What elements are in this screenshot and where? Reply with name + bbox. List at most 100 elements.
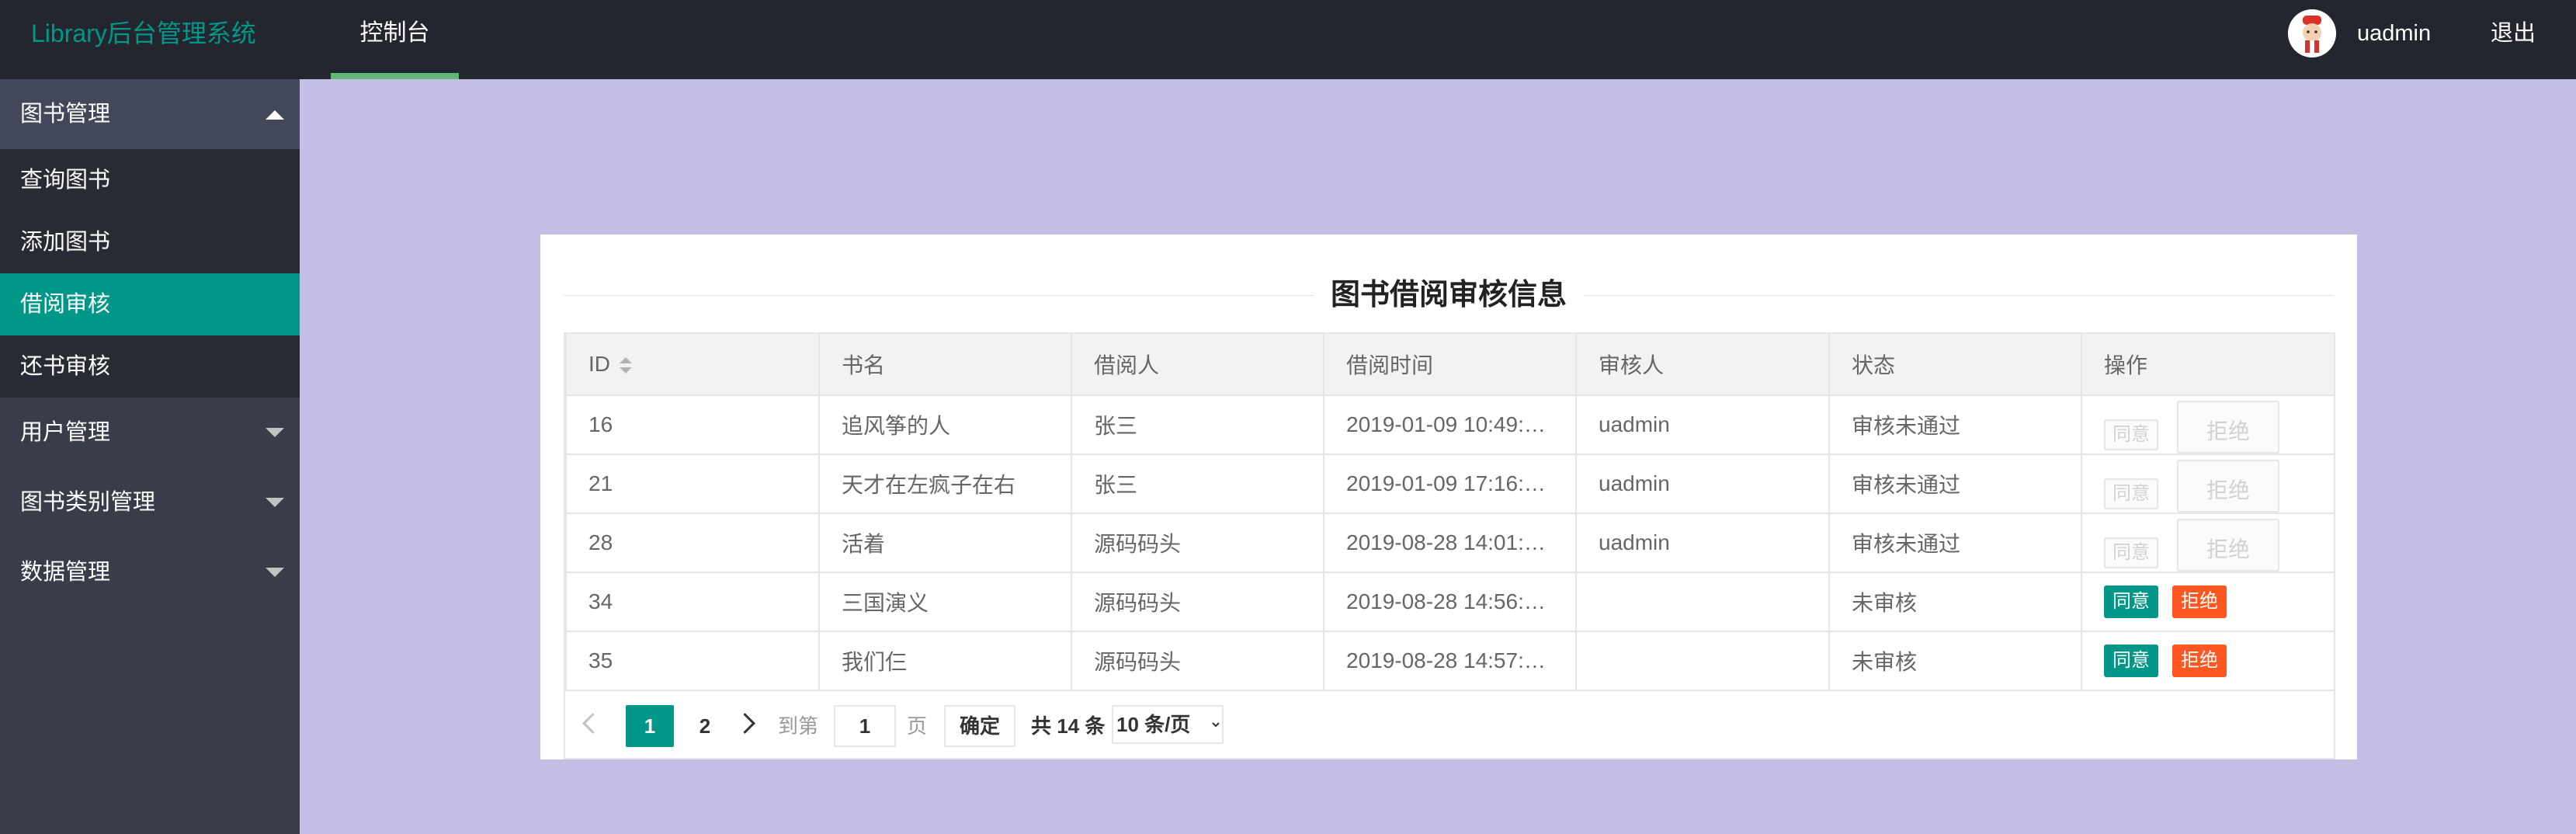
cell-reviewer	[1575, 572, 1830, 632]
cell-book: 活着	[818, 513, 1072, 573]
cell-actions: 同意 拒绝	[2081, 631, 2335, 691]
cell-status: 未审核	[1828, 631, 2082, 691]
cell-actions: 同意 拒绝	[2081, 453, 2335, 514]
cell-book: 三国演义	[818, 572, 1072, 632]
cell-borrower: 源码码头	[1071, 572, 1324, 632]
cell-status: 审核未通过	[1828, 513, 2082, 573]
table-row: 16 追风筝的人 张三 2019-01-09 10:49:… uadmin 审核…	[565, 394, 2335, 455]
table-header-row: ID 书名 借阅人 借阅时间 审核人 状态 操作	[565, 332, 2335, 396]
borrow-review-table: ID 书名 借阅人 借阅时间 审核人 状态 操作 16 追风筝的人 张三 201…	[565, 332, 2335, 691]
user-avatar-icon	[2288, 9, 2336, 57]
sidebar-group-label: 数据管理	[20, 560, 111, 585]
tab-console[interactable]: 控制台	[331, 0, 459, 79]
chevron-down-icon	[266, 428, 284, 437]
cell-time: 2019-01-09 10:49:…	[1323, 394, 1577, 455]
cell-id: 28	[565, 513, 820, 573]
cell-status: 审核未通过	[1828, 453, 2082, 514]
chevron-down-icon	[266, 568, 284, 577]
table-row: 21 天才在左疯子在右 张三 2019-01-09 17:16:… uadmin…	[565, 453, 2335, 514]
goto-label: 到第	[778, 714, 819, 738]
column-header-borrower: 借阅人	[1071, 332, 1324, 396]
cell-id: 16	[565, 394, 820, 455]
cell-borrower: 源码码头	[1071, 513, 1324, 573]
refuse-button-disabled: 拒绝	[2177, 401, 2279, 453]
page-label: 页	[907, 714, 928, 738]
cell-book: 追风筝的人	[818, 394, 1072, 455]
content-card: 图书借阅审核信息 ID 书名 借阅人 借阅时间 审核人 状态 操作 16 追风筝…	[540, 235, 2357, 759]
agree-button[interactable]: 同意	[2104, 586, 2158, 618]
cell-actions: 同意 拒绝	[2081, 394, 2335, 455]
cell-book: 天才在左疯子在右	[818, 453, 1072, 514]
cell-reviewer: uadmin	[1575, 453, 1830, 514]
page-current[interactable]: 1	[626, 705, 674, 747]
sidebar-group-book-management[interactable]: 图书管理	[0, 79, 300, 149]
refuse-button[interactable]: 拒绝	[2172, 586, 2227, 618]
sidebar: 图书管理 查询图书 添加图书 借阅审核 还书审核 用户管理 图书类别管理 数据管…	[0, 79, 300, 834]
cell-actions: 同意 拒绝	[2081, 513, 2335, 573]
column-header-status: 状态	[1828, 332, 2082, 396]
chevron-left-icon[interactable]	[582, 713, 603, 734]
agree-button[interactable]: 同意	[2104, 645, 2158, 677]
cell-time: 2019-01-09 17:16:…	[1323, 453, 1577, 514]
sort-icon[interactable]	[620, 356, 632, 374]
refuse-button[interactable]: 拒绝	[2172, 645, 2227, 677]
chevron-down-icon	[266, 498, 284, 507]
cell-status: 未审核	[1828, 572, 2082, 632]
pagination: 1 2 到第 页 确定 共 14 条 10 条/页	[565, 693, 2334, 755]
column-header-actions: 操作	[2081, 332, 2335, 396]
cell-reviewer	[1575, 631, 1830, 691]
agree-button-disabled: 同意	[2104, 537, 2158, 568]
avatar[interactable]	[2288, 9, 2336, 57]
cell-actions: 同意 拒绝	[2081, 572, 2335, 632]
cell-status: 审核未通过	[1828, 394, 2082, 455]
column-header-book: 书名	[818, 332, 1072, 396]
data-table-wrapper: ID 书名 借阅人 借阅时间 审核人 状态 操作 16 追风筝的人 张三 201…	[564, 332, 2335, 759]
sidebar-item-query-books[interactable]: 查询图书	[0, 149, 300, 211]
sidebar-submenu: 查询图书 添加图书 借阅审核 还书审核	[0, 149, 300, 398]
tab-console-label: 控制台	[359, 20, 430, 46]
sidebar-group-label: 用户管理	[20, 420, 111, 445]
chevron-right-icon[interactable]	[734, 713, 755, 734]
column-header-label: ID	[588, 352, 610, 376]
cell-time: 2019-08-28 14:56:…	[1323, 572, 1577, 632]
sidebar-item-borrow-review[interactable]: 借阅审核	[0, 273, 300, 335]
logout-link[interactable]: 退出	[2491, 0, 2536, 67]
agree-button-disabled: 同意	[2104, 478, 2158, 509]
cell-reviewer: uadmin	[1575, 513, 1830, 573]
sidebar-group-category-management[interactable]: 图书类别管理	[0, 467, 300, 537]
cell-borrower: 张三	[1071, 394, 1324, 455]
sidebar-group-user-management[interactable]: 用户管理	[0, 398, 300, 467]
cell-borrower: 源码码头	[1071, 631, 1324, 691]
cell-time: 2019-08-28 14:57:…	[1323, 631, 1577, 691]
column-header-reviewer: 审核人	[1575, 332, 1830, 396]
refuse-button-disabled: 拒绝	[2177, 460, 2279, 512]
user-name[interactable]: uadmin	[2357, 0, 2431, 67]
app-logo[interactable]: Library后台管理系统	[31, 0, 256, 67]
agree-button-disabled: 同意	[2104, 419, 2158, 450]
refuse-button-disabled: 拒绝	[2177, 519, 2279, 571]
cell-id: 21	[565, 453, 820, 514]
top-header: Library后台管理系统 控制台 uadmin 退出	[0, 0, 2576, 79]
chevron-up-icon	[266, 110, 284, 120]
sidebar-item-return-review[interactable]: 还书审核	[0, 335, 300, 398]
sidebar-group-data-management[interactable]: 数据管理	[0, 537, 300, 607]
cell-id: 34	[565, 572, 820, 632]
column-header-time: 借阅时间	[1323, 332, 1577, 396]
cell-id: 35	[565, 631, 820, 691]
goto-page-input[interactable]	[834, 705, 896, 747]
confirm-button[interactable]: 确定	[944, 705, 1015, 747]
table-row: 35 我们仨 源码码头 2019-08-28 14:57:… 未审核 同意 拒绝	[565, 631, 2335, 691]
table-row: 34 三国演义 源码码头 2019-08-28 14:56:… 未审核 同意 拒绝	[565, 572, 2335, 632]
cell-book: 我们仨	[818, 631, 1072, 691]
active-tab-indicator	[331, 73, 459, 79]
page-2[interactable]: 2	[683, 705, 727, 747]
sidebar-item-add-book[interactable]: 添加图书	[0, 211, 300, 273]
table-row: 28 活着 源码码头 2019-08-28 14:01:… uadmin 审核未…	[565, 513, 2335, 573]
page-title: 图书借阅审核信息	[1313, 275, 1585, 315]
page-size-select[interactable]: 10 条/页	[1112, 705, 1224, 744]
title-row: 图书借阅审核信息	[564, 264, 2334, 315]
column-header-id[interactable]: ID	[565, 332, 820, 396]
sidebar-group-label: 图书类别管理	[20, 490, 156, 515]
total-count: 共 14 条	[1031, 714, 1106, 738]
cell-borrower: 张三	[1071, 453, 1324, 514]
